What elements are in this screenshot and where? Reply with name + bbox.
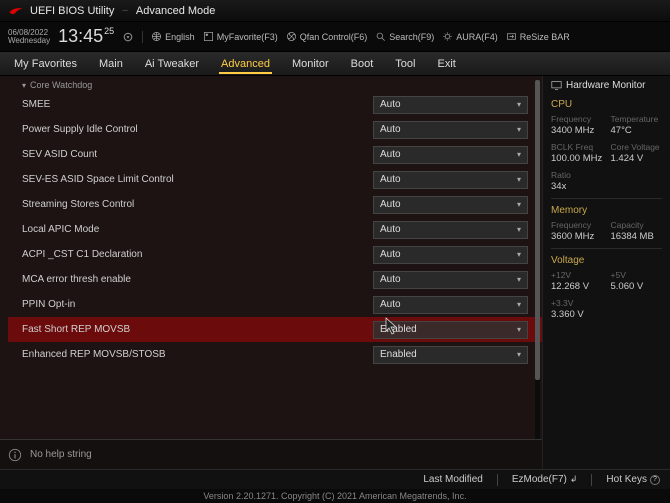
setting-row[interactable]: Enhanced REP MOVSB/STOSB Enabled [8,342,542,367]
setting-label: Power Supply Idle Control [22,124,373,135]
aura-button[interactable]: AURA(F4) [442,31,498,42]
hardware-monitor-panel: Hardware Monitor CPU Frequency3400 MHz T… [542,76,670,469]
aura-icon [442,31,453,42]
fan-icon [286,31,297,42]
setting-row[interactable]: Local APIC Mode Auto [8,217,542,242]
monitor-icon [551,80,562,91]
setting-dropdown[interactable]: Auto [373,296,528,314]
setting-label: Fast Short REP MOVSB [22,324,373,335]
menu-tab-my-favorites[interactable]: My Favorites [12,54,79,74]
setting-value: Enabled [380,324,417,335]
search-icon [375,31,386,42]
setting-dropdown[interactable]: Auto [373,246,528,264]
menu-tab-advanced[interactable]: Advanced [219,54,272,74]
setting-value: Auto [380,174,401,185]
clock: 13:4525 [58,26,114,47]
info-bar: 06/08/2022 Wednesday 13:4525 English MyF… [0,22,670,52]
globe-icon [151,31,162,42]
setting-label: PPIN Opt-in [22,299,373,310]
setting-dropdown[interactable]: Auto [373,146,528,164]
setting-label: MCA error thresh enable [22,274,373,285]
setting-row[interactable]: SEV ASID Count Auto [8,142,542,167]
app-mode: Advanced Mode [136,5,216,17]
setting-value: Auto [380,249,401,260]
setting-row[interactable]: MCA error thresh enable Auto [8,267,542,292]
language-selector[interactable]: English [151,31,195,42]
setting-dropdown[interactable]: Auto [373,121,528,139]
setting-value: Auto [380,124,401,135]
menu-tab-main[interactable]: Main [97,54,125,74]
setting-label: Local APIC Mode [22,224,373,235]
main-menu-tabs: My Favorites Main Ai Tweaker Advanced Monito… [0,52,670,76]
menu-tab-ai-tweaker[interactable]: Ai Tweaker [143,54,201,74]
last-modified-button[interactable]: Last Modified [423,474,482,485]
footer-bar: Last Modified EzMode(F7)↲ Hot Keys? [0,469,670,489]
scrollbar-thumb[interactable] [535,80,540,380]
setting-dropdown[interactable]: Enabled [373,321,528,339]
menu-tab-exit[interactable]: Exit [435,54,457,74]
setting-label: SMEE [22,99,373,110]
setting-dropdown[interactable]: Enabled [373,346,528,364]
resize-icon [506,31,517,42]
weekday: Wednesday [8,37,50,45]
setting-dropdown[interactable]: Auto [373,271,528,289]
hw-memory-header: Memory [551,205,662,216]
setting-row[interactable]: Fast Short REP MOVSB Enabled [8,317,542,342]
info-icon [8,448,22,462]
setting-dropdown[interactable]: Auto [373,196,528,214]
hw-monitor-title: Hardware Monitor [551,80,662,91]
menu-tab-monitor[interactable]: Monitor [290,54,331,74]
setting-row[interactable]: SEV-ES ASID Space Limit Control Auto [8,167,542,192]
qfan-button[interactable]: Qfan Control(F6) [286,31,368,42]
setting-dropdown[interactable]: Auto [373,96,528,114]
setting-value: Auto [380,149,401,160]
search-button[interactable]: Search(F9) [375,31,434,42]
window-titlebar: UEFI BIOS Utility – Advanced Mode [0,0,670,22]
setting-row[interactable]: Power Supply Idle Control Auto [8,117,542,142]
setting-label: ACPI _CST C1 Declaration [22,249,373,260]
scrollbar[interactable] [535,80,540,465]
setting-label: Enhanced REP MOVSB/STOSB [22,349,373,360]
app-title: UEFI BIOS Utility [30,5,114,17]
myfavorite-button[interactable]: MyFavorite(F3) [203,31,278,42]
setting-label: Streaming Stores Control [22,199,373,210]
setting-row[interactable]: Streaming Stores Control Auto [8,192,542,217]
ezmode-button[interactable]: EzMode(F7)↲ [512,474,578,485]
menu-tab-boot[interactable]: Boot [349,54,376,74]
hw-voltage-header: Voltage [551,255,662,266]
setting-value: Auto [380,99,401,110]
settings-panel: Core Watchdog SMEEAutoPower Supply Idle … [0,76,542,469]
help-bar: No help string [0,439,542,469]
setting-row[interactable]: ACPI _CST C1 Declaration Auto [8,242,542,267]
setting-label: SEV-ES ASID Space Limit Control [22,174,373,185]
hotkeys-button[interactable]: Hot Keys? [606,474,660,485]
setting-value: Auto [380,224,401,235]
menu-tab-tool[interactable]: Tool [393,54,417,74]
setting-label: SEV ASID Count [22,149,373,160]
setting-dropdown[interactable]: Auto [373,221,528,239]
hw-cpu-header: CPU [551,99,662,110]
resize-bar-button[interactable]: ReSize BAR [506,31,570,42]
setting-dropdown[interactable]: Auto [373,171,528,189]
help-text: No help string [30,449,92,460]
setting-value: Auto [380,199,401,210]
setting-value: Auto [380,274,401,285]
setting-value: Enabled [380,349,417,360]
setting-row[interactable]: PPIN Opt-in Auto [8,292,542,317]
setting-value: Auto [380,299,401,310]
help-icon: ? [650,475,660,485]
date-block: 06/08/2022 Wednesday [8,29,50,45]
rog-logo-icon [8,5,24,17]
setting-row[interactable]: SMEE Auto [8,92,542,117]
favorite-icon [203,31,214,42]
clock-settings-icon[interactable] [122,31,134,43]
section-header[interactable]: Core Watchdog [8,78,542,92]
version-bar: Version 2.20.1271. Copyright (C) 2021 Am… [0,489,670,503]
